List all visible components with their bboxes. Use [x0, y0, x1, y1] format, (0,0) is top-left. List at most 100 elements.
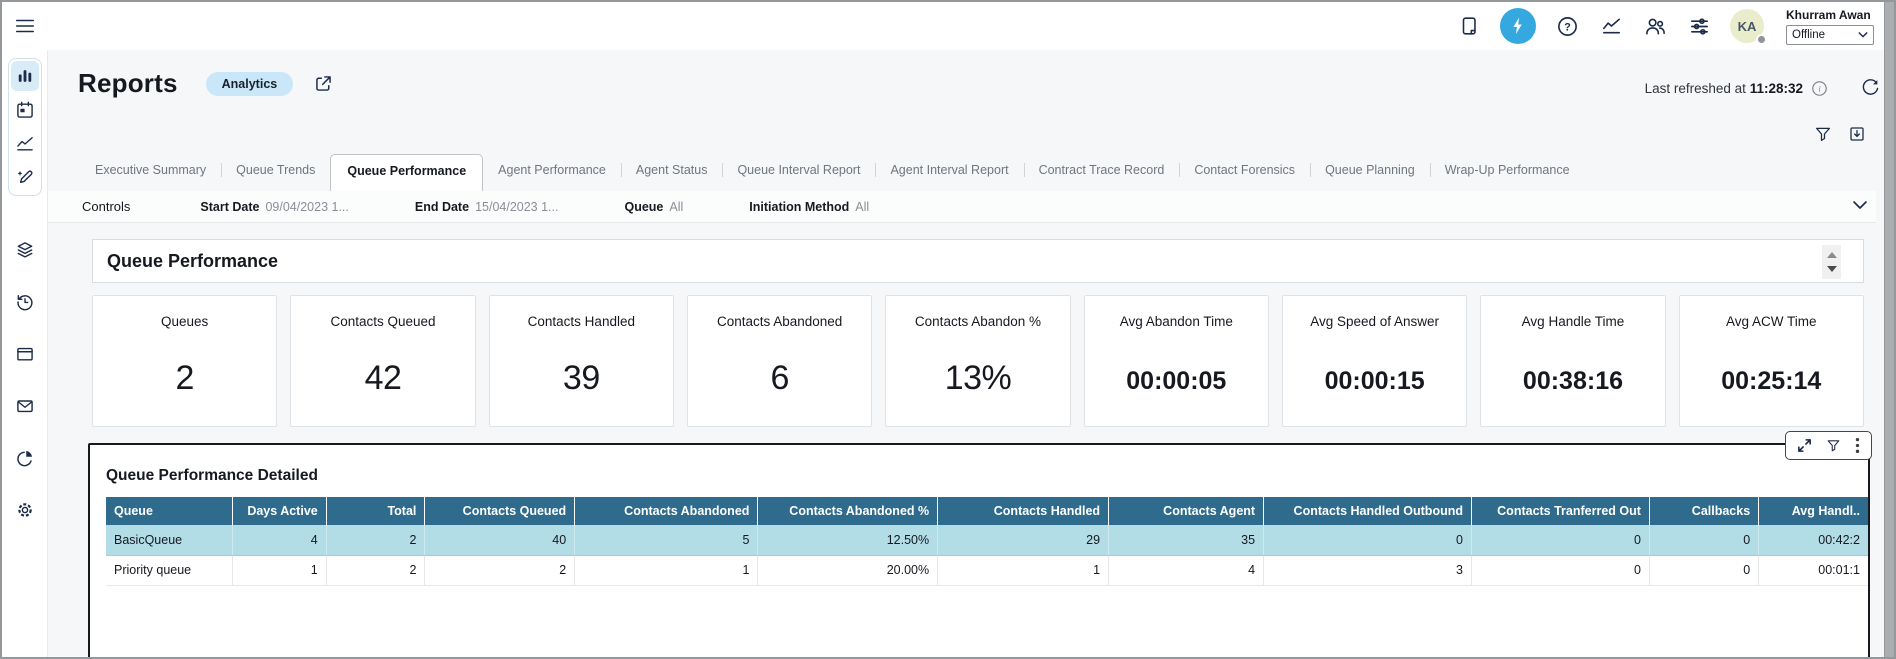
expand-icon[interactable] [1797, 438, 1812, 453]
controls-collapse-chevron-icon[interactable] [1852, 199, 1868, 211]
detail-panel-title: Queue Performance Detailed [106, 467, 1868, 485]
col-callbacks[interactable]: Callbacks [1649, 497, 1758, 525]
info-icon[interactable]: i [1811, 80, 1828, 97]
chevron-down-icon [1858, 31, 1868, 39]
sidebar-item-pie-chart[interactable] [11, 443, 39, 473]
scroll-down-icon [1827, 266, 1837, 272]
sidebar-secondary [8, 235, 42, 525]
bar-chart-icon [15, 66, 35, 86]
last-refreshed-text: Last refreshed at 11:28:32 [1645, 81, 1803, 96]
col-contacts-abandoned-pct[interactable]: Contacts Abandoned % [758, 497, 938, 525]
kebab-menu-icon[interactable] [1855, 437, 1860, 454]
gear-icon [15, 500, 35, 520]
last-refreshed-time: 11:28:32 [1750, 81, 1803, 96]
window-icon [15, 344, 35, 364]
table-row-priority-queue[interactable]: Priority queue 1 2 2 1 20.00% 1 4 3 0 0 … [106, 555, 1868, 585]
app-window: ? KA Khurram Awan Offline [0, 0, 1896, 659]
metrics-icon[interactable] [1598, 13, 1624, 39]
vertical-scrollbar[interactable] [1884, 2, 1894, 657]
report-actions [48, 125, 1866, 143]
tab-agent-interval-report[interactable]: Agent Interval Report [875, 155, 1023, 185]
kpi-contacts-queued: Contacts Queued 42 [290, 295, 475, 427]
scroll-up-icon [1827, 252, 1837, 258]
sidebar-item-bar-chart[interactable] [11, 61, 39, 91]
tab-contact-forensics[interactable]: Contact Forensics [1179, 155, 1310, 185]
users-icon[interactable] [1642, 13, 1668, 39]
left-sidebar [2, 50, 48, 657]
sidebar-item-calendar[interactable] [11, 95, 39, 125]
filter-start-date[interactable]: Start Date09/04/2023 1... [200, 200, 348, 214]
note-icon[interactable] [1456, 13, 1482, 39]
refresh-info: Last refreshed at 11:28:32 i [1645, 78, 1880, 98]
col-contacts-queued[interactable]: Contacts Queued [425, 497, 575, 525]
section-header: Queue Performance [92, 239, 1864, 283]
panel-filter-icon[interactable] [1826, 438, 1841, 453]
calendar-icon [15, 100, 35, 120]
queue-performance-detailed-panel: Queue Performance Detailed Queue Days Ac… [88, 443, 1870, 659]
avatar[interactable]: KA [1730, 9, 1764, 43]
filter-queue[interactable]: QueueAll [624, 200, 683, 214]
tab-queue-trends[interactable]: Queue Trends [221, 155, 330, 185]
sidebar-item-mail[interactable] [11, 391, 39, 421]
kpi-avg-acw-time: Avg ACW Time 00:25:14 [1679, 295, 1864, 427]
help-icon[interactable]: ? [1554, 13, 1580, 39]
col-contacts-abandoned[interactable]: Contacts Abandoned [575, 497, 758, 525]
tab-queue-planning[interactable]: Queue Planning [1310, 155, 1430, 185]
page-title: Reports [78, 68, 178, 99]
table-row-basicqueue[interactable]: BasicQueue 4 2 40 5 12.50% 29 35 0 0 0 0… [106, 525, 1868, 555]
external-link-icon[interactable] [313, 73, 334, 94]
col-queue[interactable]: Queue [106, 497, 233, 525]
filter-icon[interactable] [1814, 125, 1832, 143]
sidebar-item-line-chart[interactable] [11, 129, 39, 159]
panel-toolbar [1785, 431, 1872, 460]
preferences-icon[interactable] [1686, 13, 1712, 39]
kpi-contacts-abandon-pct: Contacts Abandon % 13% [885, 295, 1070, 427]
tab-agent-performance[interactable]: Agent Performance [483, 155, 621, 185]
section-scrollbar[interactable] [1822, 245, 1841, 279]
tab-queue-performance[interactable]: Queue Performance [330, 154, 483, 191]
kpi-avg-abandon-time: Avg Abandon Time 00:00:05 [1084, 295, 1269, 427]
refresh-icon[interactable] [1860, 78, 1880, 98]
topbar-actions: ? KA Khurram Awan Offline [1456, 8, 1884, 45]
main-content: Reports Analytics Last refreshed at 11:2… [48, 50, 1876, 655]
kpi-queues: Queues 2 [92, 295, 277, 427]
analytics-badge: Analytics [206, 72, 294, 96]
status-value: Offline [1792, 29, 1825, 41]
col-days-active[interactable]: Days Active [233, 497, 326, 525]
report-tabs: Executive Summary Queue Trends Queue Per… [80, 149, 1876, 185]
col-contacts-tranferred-out[interactable]: Contacts Tranferred Out [1471, 497, 1649, 525]
col-total[interactable]: Total [326, 497, 425, 525]
status-select[interactable]: Offline [1786, 25, 1874, 45]
tab-agent-status[interactable]: Agent Status [621, 155, 723, 185]
sidebar-item-window[interactable] [11, 339, 39, 369]
kpi-avg-handle-time: Avg Handle Time 00:38:16 [1480, 295, 1665, 427]
svg-text:i: i [1818, 83, 1821, 93]
kpi-contacts-abandoned: Contacts Abandoned 6 [687, 295, 872, 427]
col-contacts-handled[interactable]: Contacts Handled [938, 497, 1109, 525]
presence-dot [1756, 34, 1767, 45]
user-block: Khurram Awan Offline [1786, 8, 1874, 45]
controls-bar: Controls Start Date09/04/2023 1... End D… [48, 191, 1876, 223]
section-title: Queue Performance [107, 251, 278, 272]
tab-executive-summary[interactable]: Executive Summary [80, 155, 221, 185]
energy-bolt-icon[interactable] [1500, 8, 1536, 44]
sidebar-item-layers[interactable] [11, 235, 39, 265]
tab-wrap-up-performance[interactable]: Wrap-Up Performance [1430, 155, 1585, 185]
sidebar-item-history[interactable] [11, 287, 39, 317]
tab-queue-interval-report[interactable]: Queue Interval Report [722, 155, 875, 185]
col-contacts-agent[interactable]: Contacts Agent [1109, 497, 1264, 525]
sidebar-item-sketch[interactable] [11, 163, 39, 193]
col-avg-handle[interactable]: Avg Handl.. [1759, 497, 1868, 525]
hamburger-menu-icon[interactable] [14, 15, 36, 37]
col-contacts-handled-outbound[interactable]: Contacts Handled Outbound [1264, 497, 1472, 525]
filter-end-date[interactable]: End Date15/04/2023 1... [415, 200, 559, 214]
download-icon[interactable] [1848, 125, 1866, 143]
kpi-contacts-handled: Contacts Handled 39 [489, 295, 674, 427]
user-name: Khurram Awan [1786, 8, 1874, 22]
table-header-row: Queue Days Active Total Contacts Queued … [106, 497, 1868, 525]
tab-contract-trace-record[interactable]: Contract Trace Record [1024, 155, 1180, 185]
controls-label[interactable]: Controls [82, 199, 130, 214]
filter-initiation-method[interactable]: Initiation MethodAll [749, 200, 869, 214]
line-chart-icon [15, 134, 35, 154]
sidebar-item-gear[interactable] [11, 495, 39, 525]
